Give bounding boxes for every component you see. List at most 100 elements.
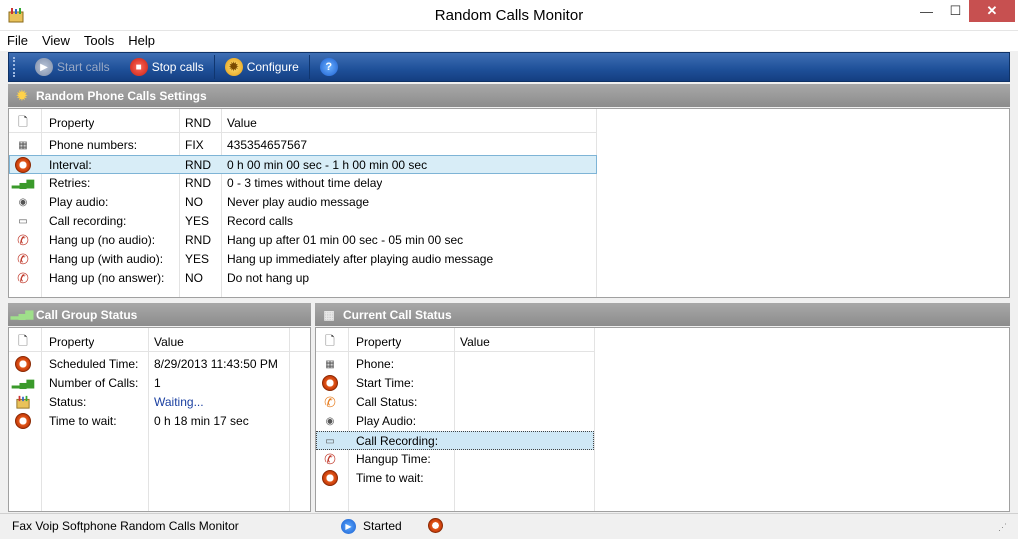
row-value: 0 h 00 min 00 sec - 1 h 00 min 00 sec <box>227 158 428 172</box>
table-row[interactable]: ▂▄▆ Number of Calls: 1 <box>9 374 310 393</box>
help-button[interactable]: ? <box>310 53 348 81</box>
phone-book-icon: ▦ <box>325 358 335 370</box>
hangup-icon: ✆ <box>17 231 29 248</box>
settings-title: Random Phone Calls Settings <box>36 88 207 103</box>
row-property: Hang up (with audio): <box>49 252 164 266</box>
group-status-title: Call Group Status <box>36 307 138 322</box>
column-value[interactable]: Value <box>460 333 490 352</box>
table-row-selected[interactable]: Interval: RND 0 h 00 min 00 sec - 1 h 00… <box>9 155 597 174</box>
play-icon: ▶ <box>341 518 356 534</box>
stop-icon: ■ <box>129 58 148 76</box>
row-value: 0 - 3 times without time delay <box>227 176 383 190</box>
title-bar: Random Calls Monitor — ☐ ✕ <box>0 0 1018 31</box>
row-property: Interval: <box>49 158 92 172</box>
row-property: Call Status: <box>356 395 418 409</box>
resize-grip-icon[interactable]: ⋰ <box>998 522 1007 533</box>
phone-book-icon: ▦ <box>18 139 28 151</box>
column-value[interactable]: Value <box>154 333 184 352</box>
table-row[interactable]: ✆ Hang up (no audio): RND Hang up after … <box>9 231 596 250</box>
hangup-audio-icon: ✆ <box>17 250 29 267</box>
row-property: Phone numbers: <box>49 138 138 152</box>
table-row[interactable]: ✆ Hang up (no answer): NO Do not hang up <box>9 269 596 288</box>
menu-help[interactable]: Help <box>121 31 162 51</box>
row-rnd: RND <box>185 233 211 247</box>
start-calls-button[interactable]: ▶ Start calls <box>25 53 120 81</box>
row-value: 0 h 18 min 17 sec <box>154 414 249 428</box>
row-value: 435354657567 <box>227 138 308 152</box>
document-icon: 🗋 <box>18 114 28 129</box>
clock-icon <box>15 413 31 429</box>
gear-icon: ✹ <box>224 58 243 76</box>
hangup-icon: ✆ <box>324 450 336 467</box>
table-row[interactable]: ✆ Call Status: <box>316 393 594 412</box>
row-rnd: YES <box>185 252 210 266</box>
table-row[interactable]: Scheduled Time: 8/29/2013 11:43:50 PM <box>9 355 310 374</box>
close-button[interactable]: ✕ <box>969 0 1015 22</box>
menu-tools[interactable]: Tools <box>77 31 121 51</box>
column-property[interactable]: Property <box>49 114 94 133</box>
row-property: Scheduled Time: <box>49 357 139 371</box>
table-row[interactable]: ◉ Play Audio: <box>316 412 594 431</box>
table-row[interactable]: ✆ Hang up (with audio): YES Hang up imme… <box>9 250 596 269</box>
row-property: Hangup Time: <box>356 452 431 466</box>
table-row[interactable]: Start Time: <box>316 374 594 393</box>
configure-label: Configure <box>246 60 299 74</box>
stop-calls-button[interactable]: ■ Stop calls <box>120 53 214 81</box>
minimize-button[interactable]: — <box>912 0 941 22</box>
table-row-selected[interactable]: ▭ Call Recording: <box>316 431 594 450</box>
table-row[interactable]: Status: Waiting... <box>9 393 310 412</box>
row-property: Time to wait: <box>49 414 117 428</box>
settings-header: ✹ Random Phone Calls Settings <box>8 84 1010 107</box>
configure-button[interactable]: ✹ Configure <box>215 53 309 81</box>
row-property: Call recording: <box>49 214 127 228</box>
table-row[interactable]: ▦ Phone numbers: FIX 435354657567 <box>9 136 596 155</box>
status-bar: Fax Voip Softphone Random Calls Monitor … <box>0 513 1018 539</box>
help-icon: ? <box>319 58 338 76</box>
table-row[interactable]: ▂▄▆ Retries: RND 0 - 3 times without tim… <box>9 174 596 193</box>
window-title: Random Calls Monitor <box>434 7 584 24</box>
column-property[interactable]: Property <box>49 333 94 352</box>
start-calls-label: Start calls <box>57 60 110 74</box>
row-property: Phone: <box>356 357 395 371</box>
clock-icon <box>322 470 338 486</box>
clock-icon <box>428 518 443 533</box>
row-value: 1 <box>154 376 161 390</box>
row-value: 8/29/2013 11:43:50 PM <box>154 357 278 371</box>
table-row[interactable]: ▦ Phone: <box>316 355 594 374</box>
phone-orange-icon: ✆ <box>324 393 336 410</box>
current-header-row: 🗋 Property Value <box>316 333 594 352</box>
current-status-grid: 🗋 Property Value ▦ Phone: Start Time: ✆ … <box>315 327 1010 512</box>
hangup-icon: ✆ <box>17 269 29 286</box>
column-rnd[interactable]: RND <box>185 114 211 133</box>
settings-header-row: 🗋 Property RND Value <box>9 114 596 133</box>
stop-calls-label: Stop calls <box>151 60 204 74</box>
table-row[interactable]: ▭ Call recording: YES Record calls <box>9 212 596 231</box>
table-row[interactable]: ◉ Play audio: NO Never play audio messag… <box>9 193 596 212</box>
maximize-button[interactable]: ☐ <box>941 0 970 22</box>
row-property: Number of Calls: <box>49 376 139 390</box>
row-rnd: RND <box>185 158 211 172</box>
signal-bars-icon: ▂▄▆ <box>10 309 34 320</box>
column-property[interactable]: Property <box>356 333 401 352</box>
document-icon: 🗋 <box>18 333 28 348</box>
group-status-grid: 🗋 Property Value Scheduled Time: 8/29/20… <box>8 327 311 512</box>
settings-grid: 🗋 Property RND Value ▦ Phone numbers: FI… <box>8 108 1010 298</box>
menu-file[interactable]: File <box>0 31 35 51</box>
current-status-title: Current Call Status <box>343 307 452 322</box>
row-property: Start Time: <box>356 376 415 390</box>
row-property: Status: <box>49 395 87 409</box>
row-value: Hang up immediately after playing audio … <box>227 252 494 266</box>
menu-view[interactable]: View <box>35 31 77 51</box>
row-value: Hang up after 01 min 00 sec - 05 min 00 … <box>227 233 464 247</box>
play-icon: ▶ <box>35 58 53 76</box>
row-rnd: YES <box>185 214 210 228</box>
tape-icon: ▭ <box>325 435 335 447</box>
column-value[interactable]: Value <box>227 114 257 133</box>
table-row[interactable]: Time to wait: <box>316 469 594 488</box>
toolbar-grip[interactable] <box>13 57 19 77</box>
row-property: Hang up (no audio): <box>49 233 156 247</box>
table-row[interactable]: ✆ Hangup Time: <box>316 450 594 469</box>
table-row[interactable]: Time to wait: 0 h 18 min 17 sec <box>9 412 310 431</box>
clock-icon <box>322 375 338 391</box>
menu-bar: File View Tools Help <box>0 31 1018 51</box>
